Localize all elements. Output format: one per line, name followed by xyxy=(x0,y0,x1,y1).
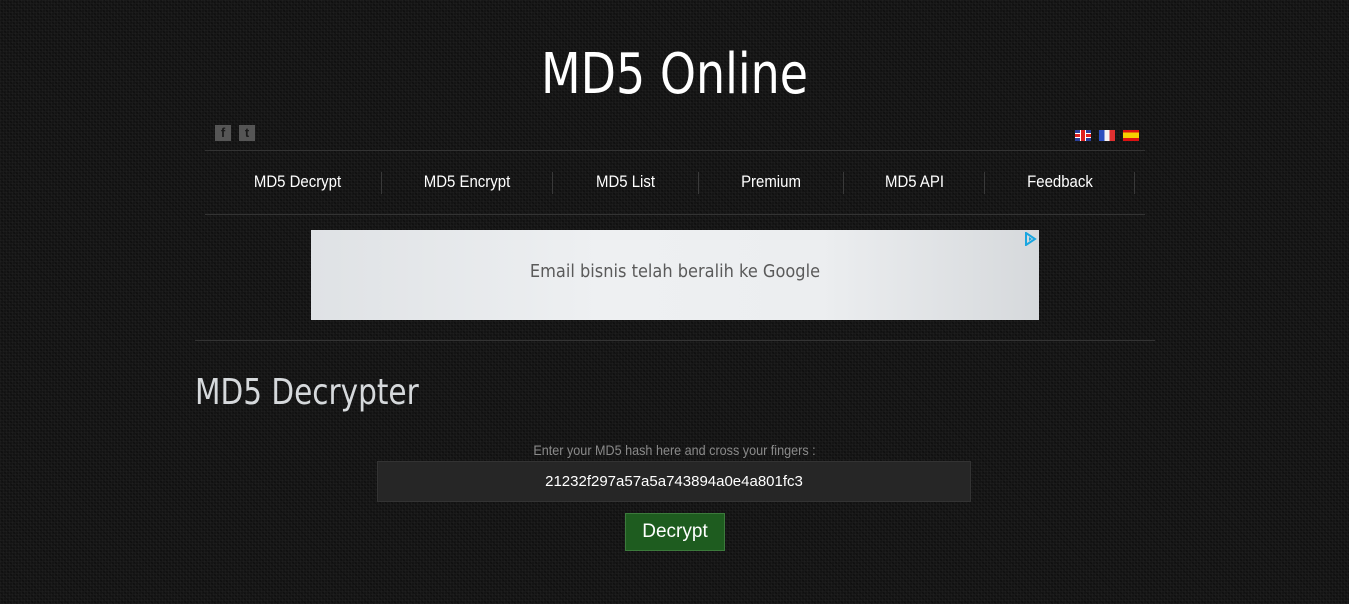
hash-input[interactable] xyxy=(377,461,971,502)
uk-flag-icon[interactable] xyxy=(1075,130,1091,141)
hash-input-label: Enter your MD5 hash here and cross your … xyxy=(533,442,816,458)
nav-item-feedback[interactable]: Feedback xyxy=(994,150,1126,214)
ad-banner[interactable]: Email bisnis telah beralih ke Google xyxy=(311,230,1039,320)
nav-separator xyxy=(1134,172,1135,194)
france-flag-icon[interactable] xyxy=(1099,130,1115,141)
nav-item-md5-list[interactable]: MD5 List xyxy=(562,150,690,214)
adchoices-icon[interactable] xyxy=(1023,232,1037,246)
nav-item-md5-api[interactable]: MD5 API xyxy=(852,150,976,214)
nav-separator xyxy=(552,172,553,194)
decrypt-button[interactable]: Decrypt xyxy=(625,513,725,551)
site-title: MD5 Online xyxy=(541,42,808,107)
ad-text[interactable]: Email bisnis telah beralih ke Google xyxy=(347,261,1002,282)
nav-item-md5-decrypt[interactable]: MD5 Decrypt xyxy=(225,150,370,214)
nav-item-premium[interactable]: Premium xyxy=(708,150,835,214)
nav-item-md5-encrypt[interactable]: MD5 Encrypt xyxy=(392,150,542,214)
spain-flag-icon[interactable] xyxy=(1123,130,1139,141)
facebook-icon[interactable]: f xyxy=(215,125,231,141)
content-divider xyxy=(195,340,1155,341)
nav-separator xyxy=(984,172,985,194)
social-links: f t xyxy=(215,125,255,141)
main-nav: MD5 Decrypt MD5 Encrypt MD5 List Premium… xyxy=(205,150,1145,214)
nav-separator xyxy=(698,172,699,194)
nav-separator xyxy=(843,172,844,194)
language-selector xyxy=(1075,130,1139,141)
nav-separator xyxy=(381,172,382,194)
nav-bottom-divider xyxy=(205,214,1145,215)
section-title: MD5 Decrypter xyxy=(195,372,419,413)
twitter-icon[interactable]: t xyxy=(239,125,255,141)
